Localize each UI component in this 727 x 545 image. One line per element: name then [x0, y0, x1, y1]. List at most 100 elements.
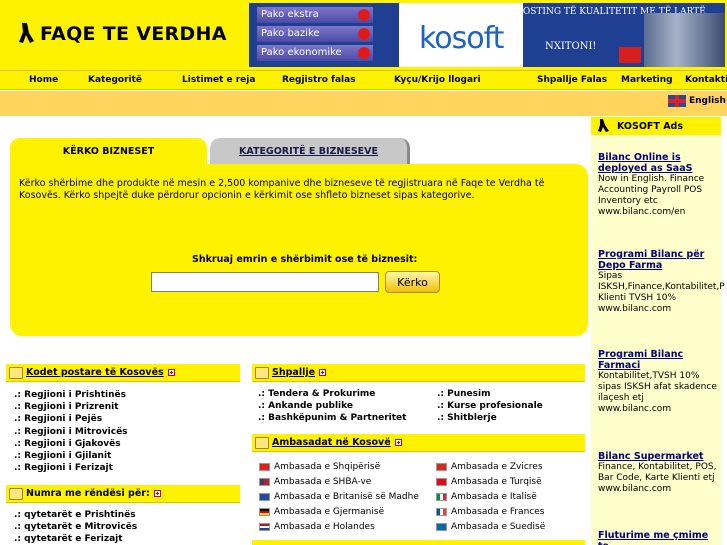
announcements-list-right: .: Punesim .: Kurse profesionale .: Shit…	[437, 388, 543, 425]
list-item[interactable]: .: Bashkëpunim & Partneritet	[258, 412, 406, 424]
search-label: Shkruaj emrin e shërbimit ose të biznesi…	[192, 254, 418, 265]
tab-kategorite-e-bizneseve[interactable]: KATEGORITË E BIZNESEVE	[210, 138, 410, 164]
nav-kycu[interactable]: Kyçu/Krijo llogari	[394, 75, 481, 85]
embassies-title[interactable]: Ambasadat në Kosovë	[272, 437, 391, 448]
announcements-header[interactable]: Shpallje	[252, 364, 585, 382]
embassy-albania[interactable]: Ambasada e Shqipërisë	[259, 462, 380, 472]
embassy-turkey[interactable]: Ambasada e Turqisë	[436, 477, 542, 487]
embassies-header[interactable]: Ambasadat në Kosovë	[252, 434, 585, 452]
ad-title[interactable]: Programi Bilanc Farmaci	[598, 349, 719, 371]
ad-item[interactable]: Bilanc Supermarket Finance, Kontabilitet…	[598, 451, 719, 495]
pack-bazike: Pako bazike	[257, 26, 373, 42]
usa-flag-icon	[259, 478, 270, 486]
language-label: English	[689, 96, 726, 106]
embassy-uk[interactable]: Ambasada e Britanisë së Madhe	[259, 492, 419, 502]
embassy-italy[interactable]: Ambasada e Italisë	[436, 492, 537, 502]
germany-flag-icon	[259, 508, 270, 516]
folder-icon	[9, 367, 23, 379]
announcements-title[interactable]: Shpallje	[272, 367, 315, 378]
tab-kerko-bizneset[interactable]: KËRKO BIZNESET	[10, 138, 207, 164]
ad-title[interactable]: Bilanc Supermarket	[598, 451, 719, 462]
search-description: Kërko shërbime dhe produkte në mesin e 2…	[19, 178, 545, 201]
embassy-france[interactable]: Ambasada e Frances	[436, 507, 544, 517]
logo-text: FAQE TE VERDHA	[40, 23, 227, 45]
walking-fingers-icon	[598, 119, 609, 132]
list-item[interactable]: .: qytetarët e Prishtinës	[14, 509, 137, 521]
kosoft-banner[interactable]: Pako ekstra Pako bazike Pako ekonomike k…	[249, 3, 725, 67]
list-item[interactable]: .: Shitblerje	[437, 412, 543, 424]
switzerland-flag-icon	[436, 463, 447, 471]
netherlands-flag-icon	[259, 523, 270, 531]
list-item[interactable]: .: qytetarët e Mitrovicës	[14, 521, 137, 533]
header: FAQE TE VERDHA Pako ekstra Pako bazike P…	[0, 0, 727, 70]
embassy-sweden[interactable]: Ambasada e Suedisë	[436, 522, 545, 532]
sidebar-title: KOSOFT Ads	[617, 120, 684, 132]
banner-cta: NXITONI!	[545, 41, 597, 52]
ad-item[interactable]: Programi Bilanc për Depo Farma Sipas ISK…	[598, 249, 725, 315]
list-item[interactable]: .: qytetarët e Ferizajt	[14, 533, 137, 545]
list-item[interactable]: .: Regjioni i Gjilanit	[14, 450, 128, 462]
search-input[interactable]	[151, 272, 379, 292]
nav-regjistro[interactable]: Regjistro falas	[282, 75, 356, 85]
list-item[interactable]: .: Regjioni i Prizrenit	[14, 401, 128, 413]
ad-item[interactable]: Bilanc Online is deployed as SaaS Now in…	[598, 152, 719, 218]
ad-item[interactable]: Fluturime me çmime te	[598, 530, 719, 545]
search-button[interactable]: Kërko	[385, 271, 440, 293]
expand-icon[interactable]	[153, 490, 161, 497]
list-item[interactable]: .: Regjioni i Pejës	[14, 413, 128, 425]
albania-flag-icon	[259, 463, 270, 471]
embassy-netherlands[interactable]: Ambasada e Holandes	[259, 522, 375, 532]
list-item[interactable]: .: Regjioni i Gjakovës	[14, 438, 128, 450]
banner-arrow-icon	[619, 47, 641, 63]
ad-url: www.bilanc.com	[598, 404, 672, 414]
postal-codes-list: .: Regjioni i Prishtinës .: Regjioni i P…	[14, 389, 128, 474]
important-numbers-header[interactable]: Numra me rëndësi për:	[6, 485, 240, 503]
expand-icon[interactable]	[394, 439, 402, 446]
nav-marketing[interactable]: Marketing	[621, 75, 673, 85]
nav-listimet[interactable]: Listimet e reja	[182, 75, 255, 85]
folder-icon	[255, 437, 269, 449]
nav-home[interactable]: Home	[29, 75, 58, 85]
ad-title[interactable]: Fluturime me çmime te	[598, 530, 719, 545]
list-item[interactable]: .: Regjioni i Mitrovicës	[14, 426, 128, 438]
pack-ekonomike: Pako ekonomike	[257, 45, 373, 61]
postal-codes-header[interactable]: Kodet postare të Kosovës	[6, 364, 240, 382]
france-flag-icon	[436, 508, 447, 516]
list-item[interactable]: .: Regjioni i Prishtinës	[14, 389, 128, 401]
embassy-usa[interactable]: Ambasada e SHBA-ve	[259, 477, 371, 487]
nav-shpallje[interactable]: Shpallje Falas	[537, 75, 607, 85]
expand-icon[interactable]	[167, 369, 175, 376]
sidebar-header: KOSOFT Ads	[591, 117, 721, 135]
walking-fingers-icon	[19, 23, 34, 43]
turkey-flag-icon	[436, 478, 447, 486]
uk-flag-icon	[668, 95, 686, 107]
expand-icon[interactable]	[319, 369, 327, 376]
embassy-switzerland[interactable]: Ambasada e Zvicres	[436, 462, 543, 472]
list-item[interactable]: .: Kurse profesionale	[437, 400, 543, 412]
important-numbers-title[interactable]: Numra me rëndësi për:	[26, 488, 150, 499]
site-logo[interactable]: FAQE TE VERDHA	[18, 18, 227, 50]
important-numbers-list: .: qytetarët e Prishtinës .: qytetarët e…	[14, 509, 137, 545]
banner-brand: kosoft	[419, 21, 504, 56]
banner-packs: Pako ekstra Pako bazike Pako ekonomike	[257, 7, 373, 64]
ad-title[interactable]: Bilanc Online is deployed as SaaS	[598, 152, 719, 174]
list-item[interactable]: .: Tendera & Prokurime	[258, 388, 406, 400]
postal-codes-title[interactable]: Kodet postare të Kosovës	[26, 367, 164, 378]
ad-item[interactable]: Programi Bilanc Farmaci Kontabilitet,TVS…	[598, 349, 719, 415]
list-item[interactable]: .: Ankande publike	[258, 400, 406, 412]
nav-kategorite[interactable]: Kategoritë	[88, 75, 142, 85]
uk-flag-icon	[259, 493, 270, 501]
ad-url: www.bilanc.com/en	[598, 207, 686, 217]
ad-title[interactable]: Programi Bilanc për Depo Farma	[598, 249, 719, 271]
pack-ekstra: Pako ekstra	[257, 7, 373, 23]
embassy-germany[interactable]: Ambasada e Gjermanisë	[259, 507, 384, 517]
main-nav: Home Kategoritë Listimet e reja Regjistr…	[0, 70, 727, 90]
nav-kontakti[interactable]: Kontakti	[685, 75, 727, 85]
next-section-header	[252, 540, 585, 545]
italy-flag-icon	[436, 493, 447, 501]
list-item[interactable]: .: Punesim	[437, 388, 543, 400]
language-switch[interactable]: English	[668, 95, 726, 107]
folder-icon	[9, 488, 23, 500]
list-item[interactable]: .: Regjioni i Ferizajt	[14, 462, 128, 474]
folder-icon	[255, 367, 269, 379]
